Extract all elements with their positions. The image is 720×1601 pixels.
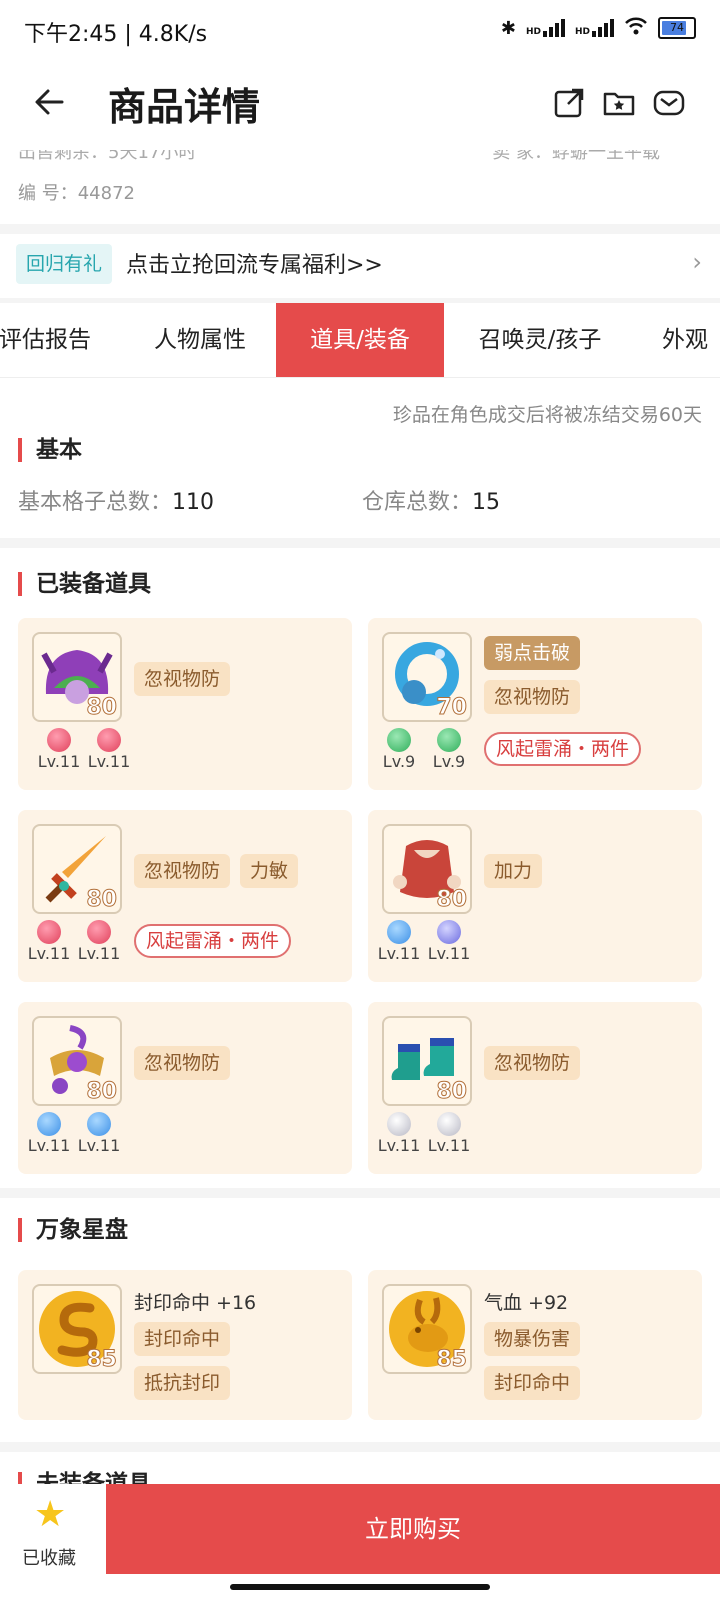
attribute-tag: 弱点击破	[484, 636, 581, 670]
gem-icon	[37, 920, 61, 944]
astrolabe-card[interactable]: 85 气血 +92 物暴伤害 封印命中	[368, 1270, 702, 1420]
signal-icon: HD	[575, 19, 614, 37]
buy-now-button[interactable]: 立即购买	[106, 1484, 720, 1574]
astrolabe-stat: 封印命中 +16	[134, 1292, 257, 1314]
tab-items[interactable]: 道具/装备	[276, 303, 444, 377]
gem-icon	[37, 1112, 61, 1136]
gem-icon	[387, 728, 411, 752]
gem-icon	[87, 1112, 111, 1136]
signal-icon: HD	[526, 19, 565, 37]
gem-slot: Lv.9	[376, 728, 422, 771]
favorite-folder-icon[interactable]	[602, 86, 636, 120]
set-bonus-tag: 风起雷涌・两件	[134, 924, 292, 958]
snake-zodiac-icon: 85	[32, 1284, 122, 1374]
page-title: 商品详情	[108, 85, 261, 129]
freeze-note: 珍品在角色成交后将被冻结交易60天	[392, 404, 702, 426]
helmet-icon: 80	[32, 632, 122, 722]
attribute-tag: 物暴伤害	[484, 1322, 581, 1356]
home-indicator	[230, 1584, 490, 1590]
remaining-time: 出售剩余：5天17小时	[18, 150, 197, 163]
promo-text: 点击立抢回流专属福利>>	[126, 253, 383, 278]
gem-slot: Lv.11	[426, 1112, 472, 1155]
equipment-card[interactable]: 80 加力 Lv.11 Lv.11	[368, 810, 702, 982]
astrolabe-stat: 气血 +92	[484, 1292, 569, 1314]
equipped-section: 已装备道具 80 忽视物防 Lv.11 Lv.11 70 弱点击破 忽视物防 风…	[0, 548, 720, 1188]
basic-section: 珍品在角色成交后将被冻结交易60天 基本 基本格子总数：110 仓库总数：15	[0, 378, 720, 538]
storage-count: 仓库总数：15	[362, 490, 501, 515]
necklace-icon: 70	[382, 632, 472, 722]
section-title: 基本	[18, 438, 82, 462]
section-title: 万象星盘	[18, 1218, 128, 1242]
tab-bar: 评估报告 人物属性 道具/装备 召唤灵/孩子 外观	[0, 303, 720, 377]
app-header: 商品详情	[0, 60, 720, 150]
set-bonus-tag: 风起雷涌・两件	[484, 732, 642, 766]
gem-slot: Lv.11	[36, 728, 82, 771]
tab-summons[interactable]: 召唤灵/孩子	[460, 303, 620, 377]
gem-slot: Lv.11	[376, 920, 422, 963]
attribute-tag: 封印命中	[484, 1366, 581, 1400]
equipment-card[interactable]: 80 忽视物防 Lv.11 Lv.11	[368, 1002, 702, 1174]
gem-slot: Lv.11	[426, 920, 472, 963]
attribute-tag: 忽视物防	[484, 1046, 581, 1080]
star-icon[interactable]: ★	[34, 1494, 66, 1535]
back-arrow-icon[interactable]	[30, 82, 70, 122]
listing-number: 编 号：44872	[18, 183, 135, 204]
battery-icon: 74	[658, 17, 696, 39]
boots-icon: 80	[382, 1016, 472, 1106]
message-icon[interactable]	[652, 86, 686, 120]
gem-icon	[387, 1112, 411, 1136]
equipment-card[interactable]: 80 忽视物防 Lv.11 Lv.11	[18, 1002, 352, 1174]
attribute-tag: 忽视物防	[134, 1046, 231, 1080]
attribute-tag: 忽视物防	[484, 680, 581, 714]
status-time: 下午2:45 | 4.8K/s	[24, 22, 208, 47]
status-icons: ✱ HD HD 74	[501, 16, 696, 40]
gem-slot: Lv.11	[86, 728, 132, 771]
wifi-icon	[624, 16, 648, 40]
gem-slot: Lv.11	[76, 1112, 122, 1155]
belt-icon: 80	[32, 1016, 122, 1106]
gem-icon	[87, 920, 111, 944]
gem-slot: Lv.11	[376, 1112, 422, 1155]
armor-icon: 80	[382, 824, 472, 914]
tab-appearance[interactable]: 外观	[650, 303, 720, 377]
attribute-tag: 忽视物防	[134, 854, 231, 888]
attribute-tag: 抵抗封印	[134, 1366, 231, 1400]
attribute-tag: 封印命中	[134, 1322, 231, 1356]
chevron-right-icon: ›	[692, 248, 702, 276]
rabbit-zodiac-icon: 85	[382, 1284, 472, 1374]
gem-icon	[437, 728, 461, 752]
promo-banner[interactable]: 回归有礼 点击立抢回流专属福利>> ›	[0, 234, 720, 298]
gem-icon	[437, 920, 461, 944]
gem-icon	[387, 920, 411, 944]
status-bar: 下午2:45 | 4.8K/s ✱ HD HD 74	[0, 0, 720, 60]
attribute-tag: 加力	[484, 854, 543, 888]
equipment-card[interactable]: 80 忽视物防 Lv.11 Lv.11	[18, 618, 352, 790]
seller-name: 卖 家：蜉蝣一生平载	[492, 150, 660, 163]
tab-evaluation[interactable]: 评估报告	[0, 303, 100, 377]
gem-slot: Lv.11	[26, 1112, 72, 1155]
listing-info: 出售剩余：5天17小时 卖 家：蜉蝣一生平载 编 号：44872	[0, 150, 720, 224]
bluetooth-icon: ✱	[500, 17, 516, 39]
favorite-label[interactable]: 已收藏	[22, 1544, 76, 1570]
gem-icon	[47, 728, 71, 752]
astrolabe-card[interactable]: 85 封印命中 +16 封印命中 抵抗封印	[18, 1270, 352, 1420]
gem-slot: Lv.11	[26, 920, 72, 963]
gem-slot: Lv.9	[426, 728, 472, 771]
promo-tag: 回归有礼	[16, 244, 113, 284]
share-icon[interactable]	[552, 86, 586, 120]
attribute-tag: 忽视物防	[134, 662, 231, 696]
sword-icon: 80	[32, 824, 122, 914]
tab-character[interactable]: 人物属性	[130, 303, 270, 377]
astrolabe-section: 万象星盘 85 封印命中 +16 封印命中 抵抗封印 85 气血 +92 物暴伤…	[0, 1198, 720, 1442]
gem-icon	[437, 1112, 461, 1136]
attribute-tag: 力敏	[240, 854, 299, 888]
gem-slot: Lv.11	[76, 920, 122, 963]
equipment-card[interactable]: 70 弱点击破 忽视物防 风起雷涌・两件 Lv.9 Lv.9	[368, 618, 702, 790]
slots-count: 基本格子总数：110	[18, 490, 215, 515]
section-title: 已装备道具	[18, 572, 151, 596]
gem-icon	[97, 728, 121, 752]
equipment-card[interactable]: 80 忽视物防 力敏 风起雷涌・两件 Lv.11 Lv.11	[18, 810, 352, 982]
